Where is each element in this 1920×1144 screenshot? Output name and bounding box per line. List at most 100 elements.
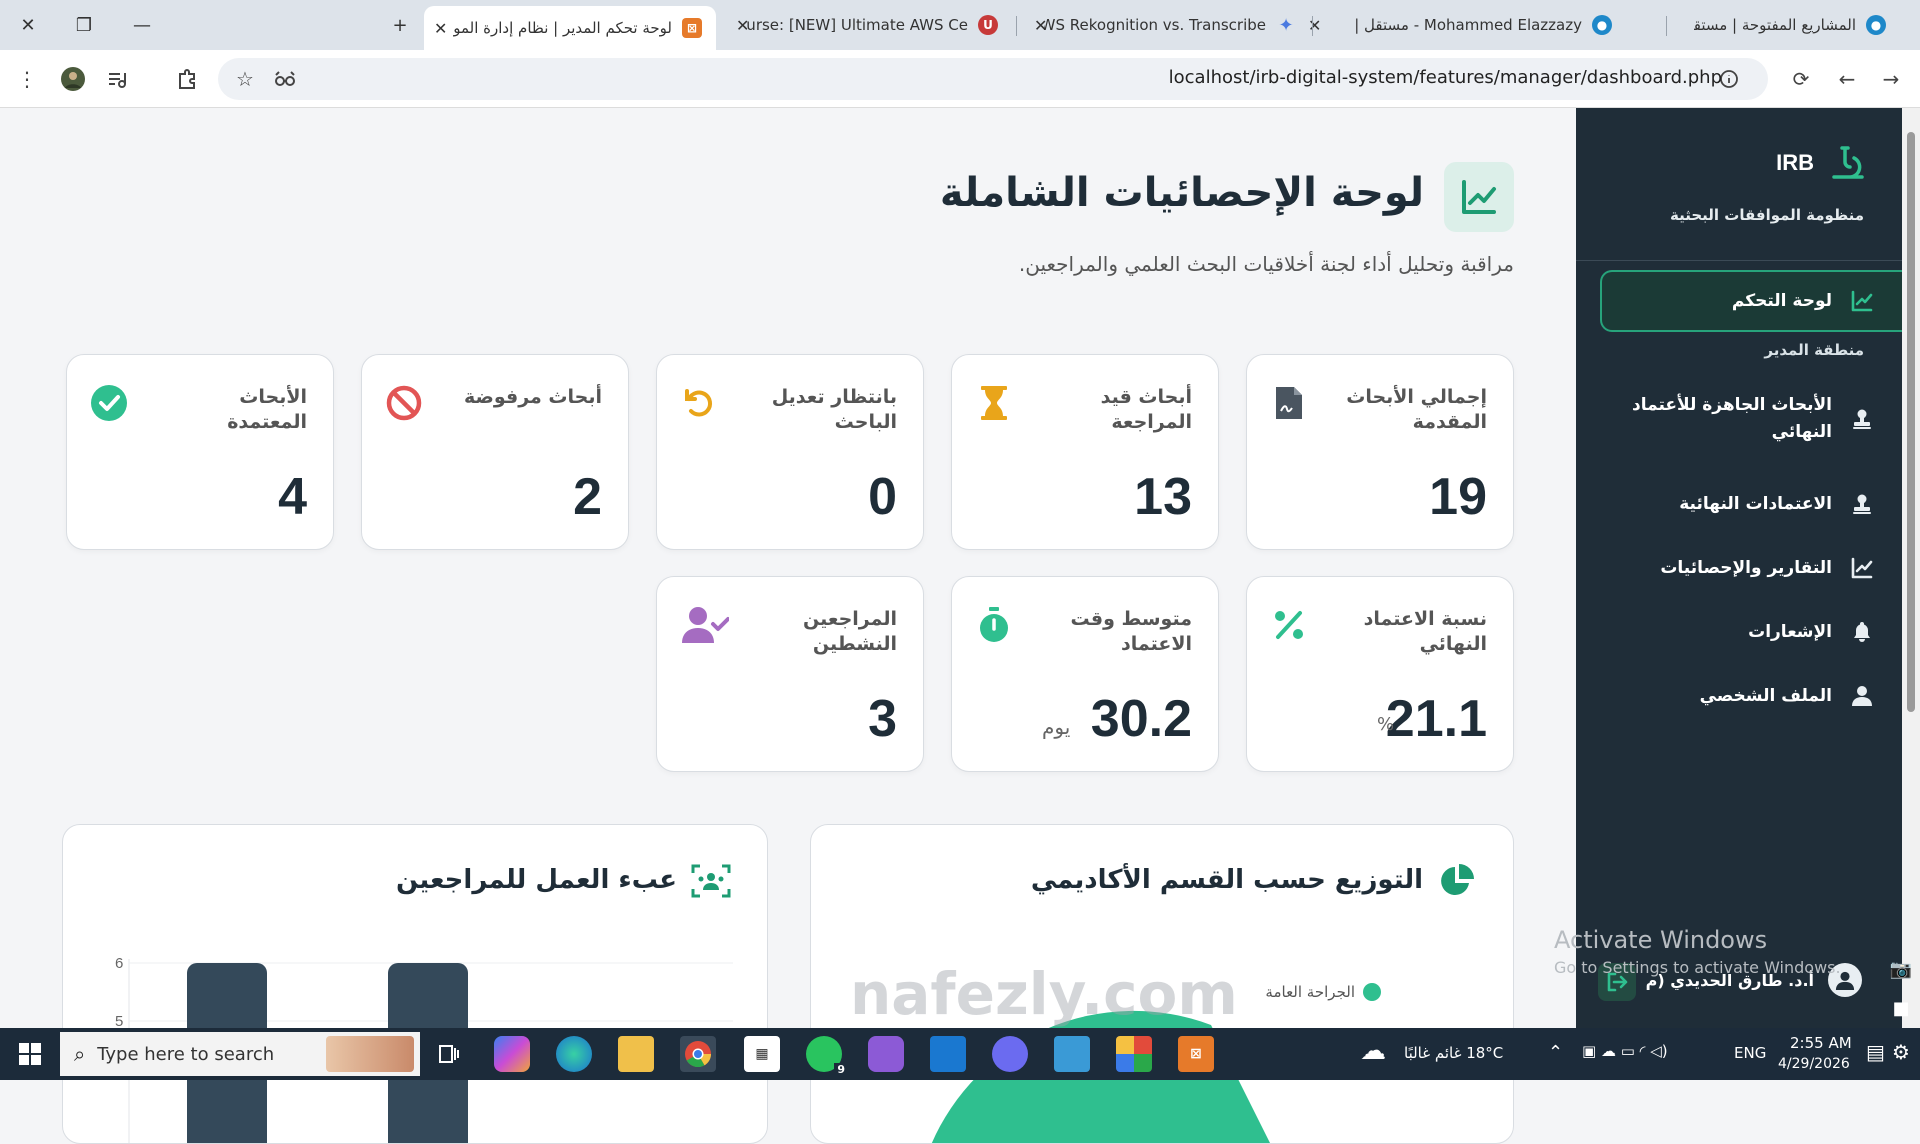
weather-cloud-icon[interactable]: ☁: [1360, 1036, 1386, 1066]
restore-window-icon[interactable]: ❐: [64, 8, 104, 42]
stat-card-awaiting-revision: بانتظار تعديل الباحث 0: [656, 354, 924, 550]
stamp-icon: [1850, 492, 1874, 516]
profile-avatar[interactable]: [58, 64, 88, 94]
tab-aws-rekognition[interactable]: ✦ AWS Rekognition vs. Transcribe ✕: [1030, 6, 1310, 44]
scrollbar-thumb[interactable]: [1907, 132, 1915, 712]
tab-close-icon[interactable]: ✕: [434, 19, 447, 38]
copilot-icon[interactable]: [494, 1036, 530, 1072]
settings-gear-icon[interactable]: ⚙: [1892, 1040, 1910, 1064]
media-controls-icon[interactable]: [102, 64, 132, 94]
stopwatch-icon: [974, 605, 1014, 645]
sidebar-item-notifications[interactable]: الإشعارات: [1604, 620, 1874, 644]
tab-separator: [1312, 16, 1313, 36]
edge-icon[interactable]: [556, 1036, 592, 1072]
sidebar-item-label: الاعتمادات النهائية: [1679, 494, 1832, 514]
back-icon[interactable]: ←: [1832, 64, 1862, 94]
teams-icon[interactable]: [992, 1036, 1028, 1072]
url-text: localhost/irb-digital-system/features/ma…: [1168, 67, 1722, 88]
tab-close-icon[interactable]: ✕: [1308, 16, 1321, 35]
clock-date[interactable]: 4/29/2026: [1778, 1056, 1850, 1072]
sidebar-divider: [1576, 260, 1902, 261]
extensions-icon[interactable]: [172, 64, 202, 94]
sidebar: IRB منظومة الموافقات البحثية لوحة التحكم…: [1576, 108, 1902, 1028]
stat-unit: يوم: [1042, 715, 1071, 739]
sidebar-item-label: الملف الشخصي: [1699, 686, 1832, 706]
reload-icon[interactable]: ⟳: [1786, 64, 1816, 94]
hourglass-icon: [974, 383, 1014, 423]
camera-icon[interactable]: 📷: [1890, 959, 1912, 980]
new-tab-icon[interactable]: +: [380, 8, 420, 42]
page-subtitle: مراقبة وتحليل أداء لجنة أخلاقيات البحث ا…: [1018, 252, 1514, 276]
sidebar-item-profile[interactable]: الملف الشخصي: [1604, 684, 1874, 708]
stat-value: 21.1: [1385, 690, 1487, 748]
notification-center-icon[interactable]: ▤: [1866, 1040, 1885, 1064]
xampp-favicon-icon: ⊠: [682, 18, 702, 38]
stat-unit: %: [1377, 714, 1395, 735]
minimize-window-icon[interactable]: —: [122, 8, 162, 42]
sidebar-item-label: لوحة التحكم: [1731, 291, 1832, 311]
check-circle-icon: [89, 383, 129, 423]
chrome-icon[interactable]: [680, 1036, 716, 1072]
windows-taskbar: ⌕ Type here to search ▦ 9 ⊠ ☁ 18°C غائم …: [0, 1028, 1920, 1080]
tab-mostaql-projects[interactable]: ● المشاريع المفتوحة | مستقل: [1680, 6, 1900, 44]
brand-subtitle: منظومة الموافقات البحثية: [1669, 206, 1864, 224]
whatsapp-icon[interactable]: 9: [806, 1036, 848, 1076]
stat-value: 3: [868, 690, 897, 748]
stat-value: 19: [1429, 468, 1487, 526]
sidebar-item-dashboard[interactable]: لوحة التحكم: [1600, 270, 1902, 332]
tray-icons[interactable]: ▣ ☁ ▭ ◜ ◁): [1582, 1042, 1668, 1060]
clock-time[interactable]: 2:55 AM: [1790, 1034, 1852, 1052]
store-icon[interactable]: ▦: [744, 1036, 780, 1072]
xampp-icon[interactable]: ⊠: [1178, 1036, 1214, 1072]
stat-value: 30.2: [1090, 690, 1192, 748]
task-view-icon[interactable]: [430, 1036, 466, 1072]
search-icon: ⌕: [74, 1042, 86, 1066]
file-signature-icon: [1269, 383, 1309, 423]
sidebar-item-label: الأبحاث الجاهزة للأعتماد النهائي: [1631, 395, 1832, 443]
chevron-up-icon[interactable]: ⌃: [1548, 1042, 1563, 1063]
search-highlight-image: [326, 1036, 414, 1072]
page-title: لوحة الإحصائيات الشاملة: [939, 170, 1424, 216]
weather-text[interactable]: 18°C غائم غالبًا: [1404, 1044, 1503, 1062]
mostaql-favicon-icon: ●: [1592, 15, 1612, 35]
sidebar-item-label: الإشعارات: [1748, 622, 1832, 642]
stat-card-rejected: أبحاث مرفوضة 2: [361, 354, 629, 550]
page-scrollbar[interactable]: [1902, 108, 1920, 1028]
vscode-icon[interactable]: [930, 1036, 966, 1072]
language-indicator[interactable]: ENG: [1734, 1044, 1766, 1062]
reviewer-workload-panel: عبء العمل للمراجعين 65: [62, 824, 768, 1144]
tab-close-icon[interactable]: ✕: [1034, 16, 1047, 35]
sidebar-item-final-approvals[interactable]: الاعتمادات النهائية: [1604, 492, 1874, 516]
user-icon: [1850, 684, 1874, 708]
tab-aws-course[interactable]: U Course: [NEW] Ultimate AWS Ce ✕: [732, 6, 1012, 44]
sidebar-item-ready-final[interactable]: الأبحاث الجاهزة للأعتماد النهائي: [1604, 392, 1874, 446]
app-icon[interactable]: [868, 1036, 904, 1072]
close-window-icon[interactable]: ✕: [8, 8, 48, 42]
stat-card-active-reviewers: المراجعين النشطين 3: [656, 576, 924, 772]
browser-menu-icon[interactable]: ⋮: [12, 64, 42, 94]
reading-mode-icon[interactable]: [270, 64, 300, 94]
windows-start-icon[interactable]: [10, 1038, 50, 1070]
workload-bar-chart: 65: [115, 955, 733, 1143]
stat-value: 0: [868, 468, 897, 526]
chart-line-icon: [1850, 289, 1874, 313]
forward-icon[interactable]: →: [1876, 64, 1906, 94]
tab-separator: [1016, 16, 1017, 36]
stat-value: 2: [573, 468, 602, 526]
stat-label: الأبحاث المعتمدة: [227, 386, 307, 433]
bookmark-star-icon[interactable]: ☆: [230, 64, 260, 94]
cube-app-icon[interactable]: [1054, 1036, 1090, 1072]
ban-icon: [384, 383, 424, 423]
sidebar-item-reports[interactable]: التقارير والإحصائيات: [1604, 556, 1874, 580]
stat-card-avg-approval-time: متوسط وقت الاعتماد 30.2 يوم: [951, 576, 1219, 772]
tab-close-icon[interactable]: ✕: [736, 16, 749, 35]
tab-mostaql-profile[interactable]: ● Mohammed Elazzazy - مستقل | ✕: [1308, 6, 1626, 44]
file-explorer-icon[interactable]: [618, 1036, 654, 1072]
office-icon[interactable]: [1116, 1036, 1152, 1072]
stat-card-approval-rate: نسبة الاعتماد النهائي 21.1 %: [1246, 576, 1514, 772]
tab-manager-dashboard[interactable]: ⊠ لوحة تحكم المدير | نظام إدارة المو ✕: [424, 6, 716, 50]
stat-label: متوسط وقت الاعتماد: [1070, 608, 1192, 655]
sidebar-section-label: منطقة المدير: [1764, 341, 1864, 359]
taskbar-search-input[interactable]: ⌕ Type here to search: [60, 1032, 420, 1076]
video-icon[interactable]: ■: [1892, 998, 1909, 1019]
